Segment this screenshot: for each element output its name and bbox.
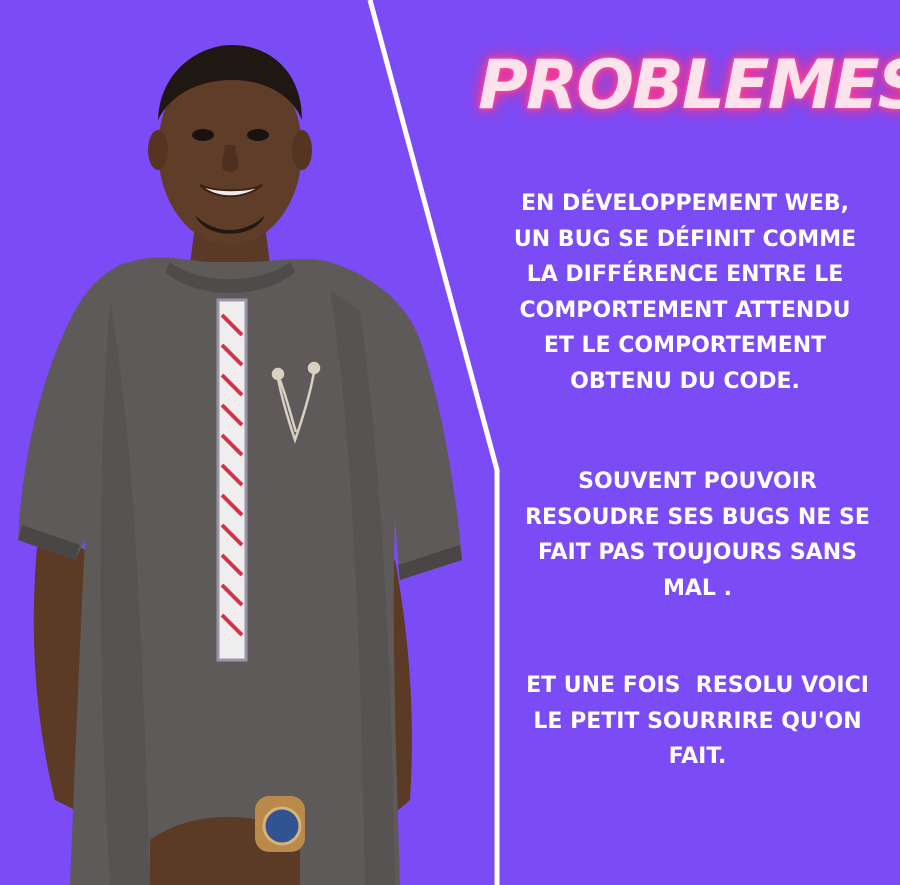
text-line: LA DIFFÉRENCE ENTRE LE [526,262,844,287]
text-line: FAIT. [668,744,727,769]
headline-title: PROBLEMES! [478,46,900,125]
paragraph-smile: ET UNE FOIS RESOLU VOICI LE PETIT SOURRI… [500,668,895,775]
poster: PROBLEMES! EN DÉVELOPPEMENT WEB, UN BUG … [0,0,900,885]
text-line: SOUVENT POUVOIR [578,469,817,494]
text-line: ET UNE FOIS RESOLU VOICI [526,673,869,698]
text-line: EN DÉVELOPPEMENT WEB, [520,191,850,216]
paragraph-resolving: SOUVENT POUVOIR RESOUDRE SES BUGS NE SE … [505,464,890,606]
text-line: MAL . [663,575,732,601]
text-line: ET LE COMPORTEMENT [543,333,827,358]
text-line: RESOUDRE SES BUGS NE SE [525,504,870,530]
text-line: LE PETIT SOURRIRE QU'ON [533,708,862,734]
text-line: OBTENU DU CODE. [570,368,800,394]
text-line: COMPORTEMENT ATTENDU [519,297,851,323]
text-line: FAIT PAS TOUJOURS SANS [538,540,857,565]
text-line: UN BUG SE DÉFINIT COMME [513,226,857,252]
paragraph-definition: EN DÉVELOPPEMENT WEB, UN BUG SE DÉFINIT … [490,186,880,399]
